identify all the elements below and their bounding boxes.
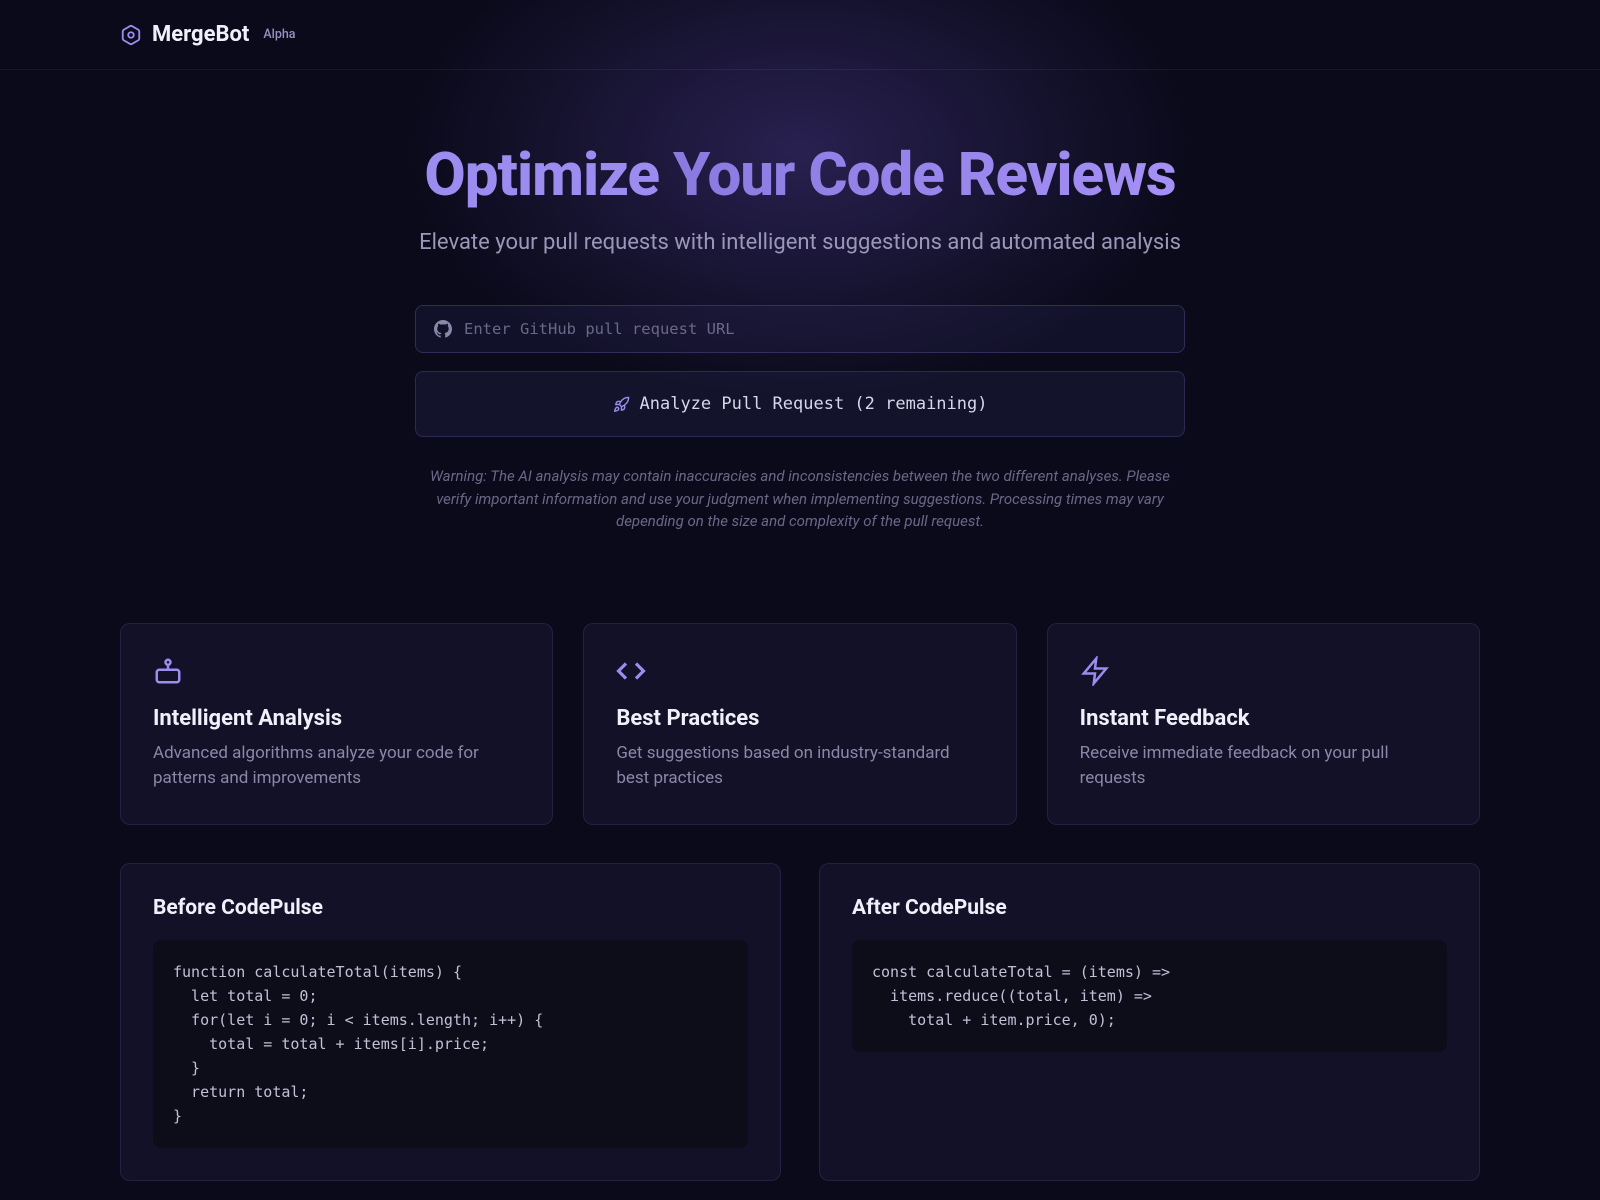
main-content: Optimize Your Code Reviews Elevate your …: [0, 70, 1600, 1181]
after-card: After CodePulse const calculateTotal = (…: [819, 863, 1480, 1181]
compare-section: Before CodePulse function calculateTotal…: [120, 863, 1480, 1181]
url-input-wrapper: [415, 305, 1185, 353]
feature-card-analysis: Intelligent Analysis Advanced algorithms…: [120, 623, 553, 825]
after-title: After CodePulse: [852, 896, 1447, 920]
analyze-button[interactable]: Analyze Pull Request (2 remaining): [415, 371, 1185, 437]
page-subtitle: Elevate your pull requests with intellig…: [310, 230, 1290, 255]
alpha-badge: Alpha: [263, 27, 295, 42]
pr-url-input[interactable]: [464, 320, 1166, 338]
feature-title: Best Practices: [616, 706, 983, 731]
hero-section: Optimize Your Code Reviews Elevate your …: [310, 142, 1290, 533]
feature-title: Intelligent Analysis: [153, 706, 520, 731]
features-grid: Intelligent Analysis Advanced algorithms…: [120, 623, 1480, 825]
rocket-icon: [613, 396, 630, 413]
feature-title: Instant Feedback: [1080, 706, 1447, 731]
before-code: function calculateTotal(items) { let tot…: [153, 940, 748, 1148]
analyze-button-label: Analyze Pull Request (2 remaining): [640, 394, 988, 414]
app-header: MergeBot Alpha: [0, 0, 1600, 70]
title-accent: Your Code Reviews: [673, 139, 1176, 210]
code-icon: [616, 656, 646, 686]
feature-desc: Receive immediate feedback on your pull …: [1080, 741, 1447, 792]
hexagon-icon: [120, 24, 142, 46]
before-card: Before CodePulse function calculateTotal…: [120, 863, 781, 1181]
github-icon: [434, 320, 452, 338]
brand-name: MergeBot: [152, 22, 249, 47]
title-plain: Optimize: [424, 139, 673, 210]
zap-icon: [1080, 656, 1110, 686]
brand-logo[interactable]: MergeBot Alpha: [120, 22, 296, 47]
input-block: Analyze Pull Request (2 remaining): [415, 305, 1185, 437]
after-code: const calculateTotal = (items) => items.…: [852, 940, 1447, 1052]
before-title: Before CodePulse: [153, 896, 748, 920]
bot-icon: [153, 656, 183, 686]
feature-card-practices: Best Practices Get suggestions based on …: [583, 623, 1016, 825]
page-title: Optimize Your Code Reviews: [310, 142, 1290, 208]
warning-text: Warning: The AI analysis may contain ina…: [415, 465, 1185, 533]
feature-desc: Advanced algorithms analyze your code fo…: [153, 741, 520, 792]
feature-card-feedback: Instant Feedback Receive immediate feedb…: [1047, 623, 1480, 825]
feature-desc: Get suggestions based on industry-standa…: [616, 741, 983, 792]
